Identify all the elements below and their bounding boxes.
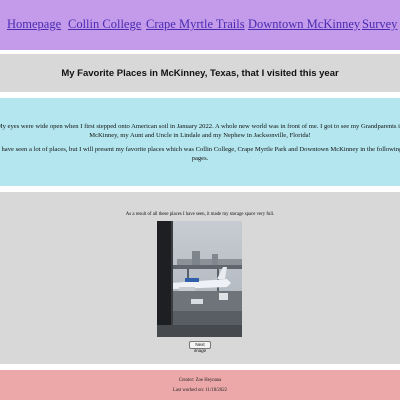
page-title: My Favorite Places in McKinney, Texas, t…: [61, 67, 339, 79]
footer-creator: Creator: Zoe Heynana: [178, 378, 222, 383]
nav-link-survey[interactable]: Survey: [362, 17, 397, 32]
next-image-button[interactable]: Next image: [189, 341, 211, 353]
top-nav: Homepage Collin College Crape Myrtle Tra…: [0, 0, 400, 50]
nav-link-downtown-mckinney[interactable]: Downtown McKinney: [248, 17, 360, 32]
nav-link-crape-myrtle-trails[interactable]: Crape Myrtle Trails: [146, 17, 245, 32]
title-banner: My Favorite Places in McKinney, Texas, t…: [0, 54, 400, 92]
nav-link-homepage[interactable]: Homepage: [7, 17, 61, 32]
footer: Creator: Zoe Heynana Last worked on: 11/…: [0, 370, 400, 400]
gallery-caption: As a result of all these places I have s…: [125, 212, 275, 217]
airport-photo-image: [157, 221, 242, 337]
footer-last-worked: Last worked on: 11/18/2022: [172, 388, 228, 393]
intro-paragraph-2: I have seen a lot of places, but I will …: [0, 146, 400, 162]
intro-paragraph-1: My eyes were wide open when I first step…: [0, 123, 400, 139]
gallery-section: As a result of all these places I have s…: [0, 192, 400, 364]
nav-link-collin-college[interactable]: Collin College: [68, 17, 141, 32]
airport-photo: [157, 221, 242, 337]
intro-section: My eyes were wide open when I first step…: [0, 98, 400, 186]
